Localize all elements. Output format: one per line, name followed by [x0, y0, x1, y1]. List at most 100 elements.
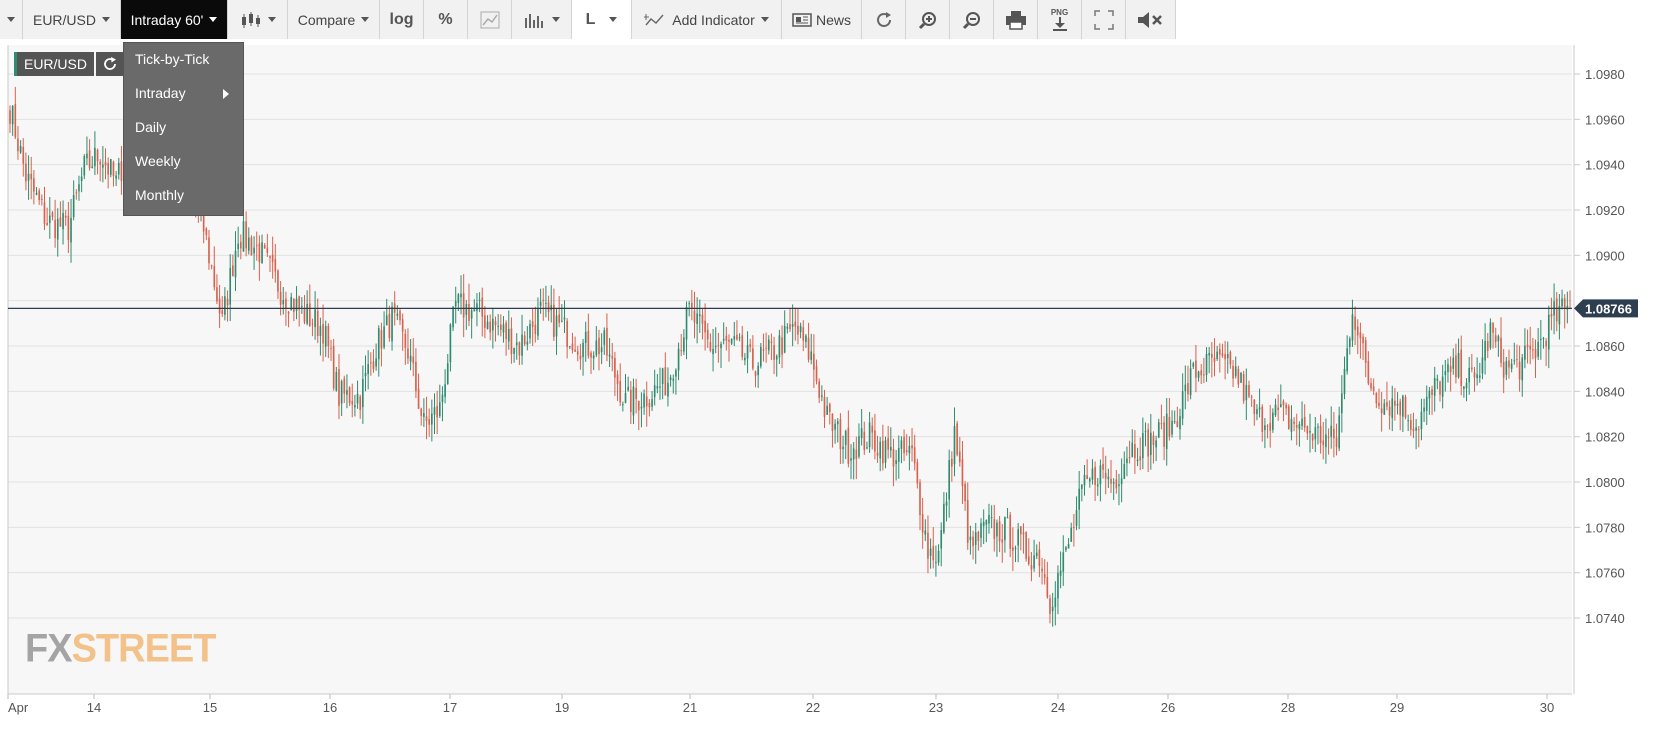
- candle-body: [823, 396, 826, 417]
- candle-body: [1041, 568, 1043, 572]
- candle-body: [1157, 422, 1160, 438]
- candle-body: [277, 270, 279, 292]
- candle: [332, 338, 335, 391]
- mute-button[interactable]: [1126, 0, 1176, 39]
- indicator-icon: [644, 13, 664, 25]
- candle-body: [1261, 406, 1264, 432]
- candle-body: [1171, 420, 1173, 435]
- candle-body: [94, 147, 96, 167]
- candle-body: [54, 219, 56, 239]
- reload-icon: [104, 57, 116, 70]
- candle-body: [1394, 400, 1396, 406]
- candle-body: [1494, 335, 1497, 342]
- percent-scale-button[interactable]: %: [424, 0, 468, 39]
- candle-body: [1425, 396, 1428, 411]
- candle-body: [1441, 376, 1444, 397]
- menu-dropdown[interactable]: [0, 0, 23, 39]
- volume-dropdown[interactable]: [512, 0, 572, 39]
- symbol-dropdown[interactable]: EUR/USD: [23, 0, 121, 39]
- candle-body: [301, 306, 303, 308]
- candle-body: [701, 314, 704, 324]
- candle: [1404, 394, 1407, 420]
- candle-body: [709, 342, 712, 351]
- candle-body: [1319, 425, 1322, 444]
- candle-body: [1155, 440, 1157, 448]
- candle-body: [1256, 409, 1258, 415]
- candle-body: [611, 356, 614, 359]
- candle-body: [1526, 344, 1529, 348]
- candle-body: [1277, 407, 1279, 410]
- candle-body: [624, 392, 627, 403]
- candle-body: [704, 320, 706, 333]
- candle-body: [1287, 406, 1290, 429]
- log-scale-button[interactable]: log: [380, 0, 424, 39]
- add-indicator-dropdown[interactable]: Add Indicator: [632, 0, 782, 39]
- candle-body: [563, 317, 566, 320]
- candle-body: [1128, 457, 1131, 459]
- candle-body: [1478, 375, 1481, 378]
- candle-body: [929, 548, 932, 556]
- y-tick-label: 1.0860: [1585, 339, 1625, 354]
- refresh-button[interactable]: [862, 0, 906, 39]
- price-chart[interactable]: 1.0980 1.0960 1.0940 1.0920 1.0900 1.0860 1.08…: [0, 40, 1669, 741]
- candle-body: [529, 323, 531, 339]
- menu-item-monthly[interactable]: Monthly: [135, 187, 184, 203]
- candle-body: [62, 213, 64, 230]
- style-dropdown[interactable]: L: [572, 0, 632, 39]
- menu-item-daily[interactable]: Daily: [135, 119, 166, 135]
- menu-item-intraday[interactable]: Intraday: [135, 85, 186, 101]
- interval-dropdown[interactable]: Intraday 60': [121, 0, 228, 39]
- candle-body: [99, 161, 102, 165]
- candle-body: [253, 247, 255, 254]
- print-button[interactable]: [994, 0, 1038, 39]
- candle-body: [502, 324, 505, 333]
- candle: [1025, 531, 1027, 562]
- candle-body: [1099, 465, 1102, 485]
- candle-body: [486, 321, 489, 329]
- news-button[interactable]: News: [782, 0, 862, 39]
- candle: [1287, 404, 1290, 430]
- candle-body: [844, 430, 847, 445]
- candle-body: [1547, 314, 1550, 350]
- candle-body: [722, 338, 725, 341]
- candle-body: [1314, 427, 1317, 440]
- candle-body: [629, 389, 632, 412]
- menu-item-tick-by-tick[interactable]: Tick-by-Tick: [135, 51, 209, 67]
- candle-body: [1346, 348, 1348, 372]
- candle-body: [1192, 363, 1195, 367]
- candle-body: [14, 104, 17, 138]
- compare-dropdown[interactable]: Compare: [288, 0, 380, 39]
- candle-body: [693, 310, 696, 323]
- reload-button[interactable]: [96, 52, 124, 76]
- candle-body: [1396, 404, 1399, 406]
- export-png-button[interactable]: PNG: [1038, 0, 1082, 39]
- candle-body: [96, 149, 99, 162]
- candle-body: [669, 377, 672, 380]
- chart-type-dropdown[interactable]: [228, 0, 288, 39]
- candle-body: [1351, 314, 1354, 341]
- candle-body: [438, 402, 441, 416]
- candle-body: [1486, 340, 1489, 352]
- candle-body: [1033, 555, 1035, 569]
- y-tick-label: 1.0920: [1585, 203, 1625, 218]
- candle-body: [905, 450, 908, 453]
- candle-body: [1057, 573, 1059, 599]
- candle-body: [1086, 475, 1088, 480]
- candle-body: [306, 303, 308, 324]
- chevron-down-icon: [609, 17, 618, 22]
- drawing-tools-button[interactable]: [468, 0, 512, 39]
- candle-body: [996, 522, 998, 537]
- candle-body: [1160, 423, 1163, 425]
- candle-body: [261, 242, 263, 264]
- menu-item-weekly[interactable]: Weekly: [135, 153, 181, 169]
- candle-body: [1306, 425, 1309, 434]
- candle-body: [1014, 547, 1017, 549]
- candle-body: [518, 342, 521, 356]
- candle-body: [319, 326, 322, 336]
- fullscreen-button[interactable]: [1082, 0, 1126, 39]
- zoom-out-button[interactable]: [950, 0, 994, 39]
- candle-body: [826, 405, 828, 415]
- zoom-in-button[interactable]: [906, 0, 950, 39]
- candle-body: [667, 382, 669, 397]
- candle-body: [1322, 440, 1325, 446]
